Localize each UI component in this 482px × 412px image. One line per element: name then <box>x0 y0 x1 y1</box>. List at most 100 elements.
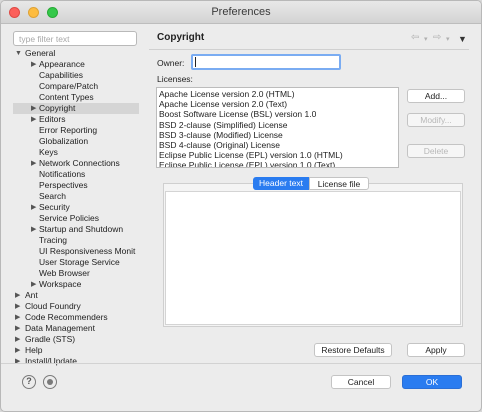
tree-item[interactable]: Service Policies <box>13 213 139 224</box>
tree-item-label: Editors <box>39 114 66 124</box>
tree-item[interactable]: Error Reporting <box>13 125 139 136</box>
tree-item[interactable]: User Storage Service <box>13 257 139 268</box>
tree-item-label: Keys <box>39 147 58 157</box>
collapsed-arrow-icon[interactable]: ▶ <box>31 202 36 213</box>
tree-item-label: Workspace <box>39 279 82 289</box>
collapsed-arrow-icon[interactable]: ▶ <box>31 114 36 125</box>
tree-item[interactable]: ▶ Ant <box>13 290 139 301</box>
delete-button[interactable]: Delete <box>407 144 465 158</box>
title-bar: Preferences <box>1 1 481 24</box>
collapsed-arrow-icon[interactable]: ▶ <box>15 301 20 312</box>
tree-item-label: Perspectives <box>39 180 88 190</box>
tree-item-label: Tracing <box>39 235 68 245</box>
tree-item-label: Search <box>39 191 66 201</box>
tree-item[interactable]: ▶ Data Management <box>13 323 139 334</box>
tree-item[interactable]: ▶ Help <box>13 345 139 356</box>
license-item[interactable]: Eclipse Public License (EPL) version 1.0… <box>159 160 335 167</box>
license-item[interactable]: Boost Software License (BSL) version 1.0 <box>159 109 316 119</box>
tree-item[interactable]: Search <box>13 191 139 202</box>
tree-item[interactable]: ▶ Code Recommenders <box>13 312 139 323</box>
license-item[interactable]: BSD 4-clause (Original) License <box>159 140 280 150</box>
tree-item[interactable]: Web Browser <box>13 268 139 279</box>
collapsed-arrow-icon[interactable]: ▶ <box>31 224 36 235</box>
apply-button[interactable]: Apply <box>407 343 465 357</box>
tree-item-label: Web Browser <box>39 268 90 278</box>
tree-item[interactable]: ▶ Appearance <box>13 59 139 70</box>
licenses-label: Licenses: <box>157 74 193 84</box>
tree-item[interactable]: ▶ Install/Update <box>13 356 139 366</box>
tree-item-label: Service Policies <box>39 213 99 223</box>
restore-defaults-button[interactable]: Restore Defaults <box>314 343 392 357</box>
header-text-editor[interactable] <box>165 191 461 325</box>
tree-item[interactable]: Notifications <box>13 169 139 180</box>
tree-item[interactable]: ▶ Gradle (STS) <box>13 334 139 345</box>
tree-item[interactable]: ▶ Workspace <box>13 279 139 290</box>
license-item[interactable]: BSD 3-clause (Modified) License <box>159 130 283 140</box>
back-arrow-icon[interactable]: ⇦ <box>411 32 419 43</box>
tree-item[interactable]: ▶ Cloud Foundry <box>13 301 139 312</box>
tree-item-label: Data Management <box>25 323 95 333</box>
tree-item-label: Ant <box>25 290 38 300</box>
tree-item[interactable]: ▶ Security <box>13 202 139 213</box>
tree-item-label: Notifications <box>39 169 86 179</box>
tree-item[interactable]: Compare/Patch <box>13 81 139 92</box>
collapsed-arrow-icon[interactable]: ▶ <box>31 59 36 70</box>
tree-item[interactable]: Capabilities <box>13 70 139 81</box>
collapsed-arrow-icon[interactable]: ▶ <box>31 279 36 290</box>
tree-item[interactable]: Perspectives <box>13 180 139 191</box>
filter-input[interactable]: type filter text <box>13 31 137 46</box>
collapsed-arrow-icon[interactable]: ▶ <box>15 312 20 323</box>
collapsed-arrow-icon[interactable]: ▶ <box>31 158 36 169</box>
view-menu-icon[interactable]: ▼ <box>458 34 467 44</box>
license-item[interactable]: Apache License version 2.0 (Text) <box>159 99 287 109</box>
window-title: Preferences <box>211 6 271 18</box>
collapsed-arrow-icon[interactable]: ▶ <box>15 323 20 334</box>
tree-item[interactable]: ▶ Startup and Shutdown <box>13 224 139 235</box>
tree-item[interactable]: UI Responsiveness Monit <box>13 246 139 257</box>
record-macro-icon[interactable] <box>43 375 57 389</box>
tree-item[interactable]: Globalization <box>13 136 139 147</box>
tab-header-text[interactable]: Header text <box>253 177 309 190</box>
forward-arrow-icon[interactable]: ⇨ <box>433 32 441 43</box>
collapsed-arrow-icon[interactable]: ▶ <box>15 345 20 356</box>
tree-item[interactable]: ▶ Copyright <box>13 103 139 114</box>
tree-item-label: Gradle (STS) <box>25 334 76 344</box>
tree-item-label: Security <box>39 202 70 212</box>
tab-license-file[interactable]: License file <box>309 177 369 190</box>
owner-input[interactable] <box>191 54 341 70</box>
tree-item-label: Capabilities <box>39 70 83 80</box>
modify-button[interactable]: Modify... <box>407 113 465 127</box>
license-item[interactable]: Eclipse Public License (EPL) version 1.0… <box>159 150 343 160</box>
tree-item[interactable]: ▼ General <box>13 48 139 59</box>
tree-item-label: Network Connections <box>39 158 120 168</box>
back-menu-icon[interactable]: ▾ <box>424 35 428 43</box>
collapsed-arrow-icon[interactable]: ▶ <box>15 334 20 345</box>
tree-item-label: Help <box>25 345 43 355</box>
cancel-button[interactable]: Cancel <box>331 375 391 389</box>
tree-item[interactable]: Content Types <box>13 92 139 103</box>
collapsed-arrow-icon[interactable]: ▶ <box>15 356 20 366</box>
tree-item[interactable]: Tracing <box>13 235 139 246</box>
tree-item[interactable]: Keys <box>13 147 139 158</box>
tree-item[interactable]: ▶ Editors <box>13 114 139 125</box>
tree-item[interactable]: ▶ Network Connections <box>13 158 139 169</box>
tree-item-label: Error Reporting <box>39 125 98 135</box>
license-item[interactable]: Apache License version 2.0 (HTML) <box>159 89 295 99</box>
collapsed-arrow-icon[interactable]: ▶ <box>15 290 20 301</box>
page-title: Copyright <box>157 32 205 43</box>
record-dot <box>46 378 53 385</box>
tree-item-label: Copyright <box>39 103 76 113</box>
tree-item-label: General <box>25 48 56 58</box>
tree-item-label: Compare/Patch <box>39 81 99 91</box>
forward-menu-icon[interactable]: ▾ <box>446 35 450 43</box>
collapsed-arrow-icon[interactable]: ▶ <box>31 103 36 114</box>
add-button[interactable]: Add... <box>407 89 465 103</box>
license-list[interactable]: Apache License version 2.0 (HTML) Apache … <box>156 87 399 168</box>
owner-label: Owner: <box>157 58 185 68</box>
license-item[interactable]: BSD 2-clause (Simplified) License <box>159 120 288 130</box>
ok-button[interactable]: OK <box>402 375 462 389</box>
help-icon[interactable]: ? <box>22 375 36 389</box>
tree-item-label: Appearance <box>39 59 85 69</box>
expanded-arrow-icon[interactable]: ▼ <box>15 48 22 59</box>
tree-item-label: Content Types <box>39 92 94 102</box>
